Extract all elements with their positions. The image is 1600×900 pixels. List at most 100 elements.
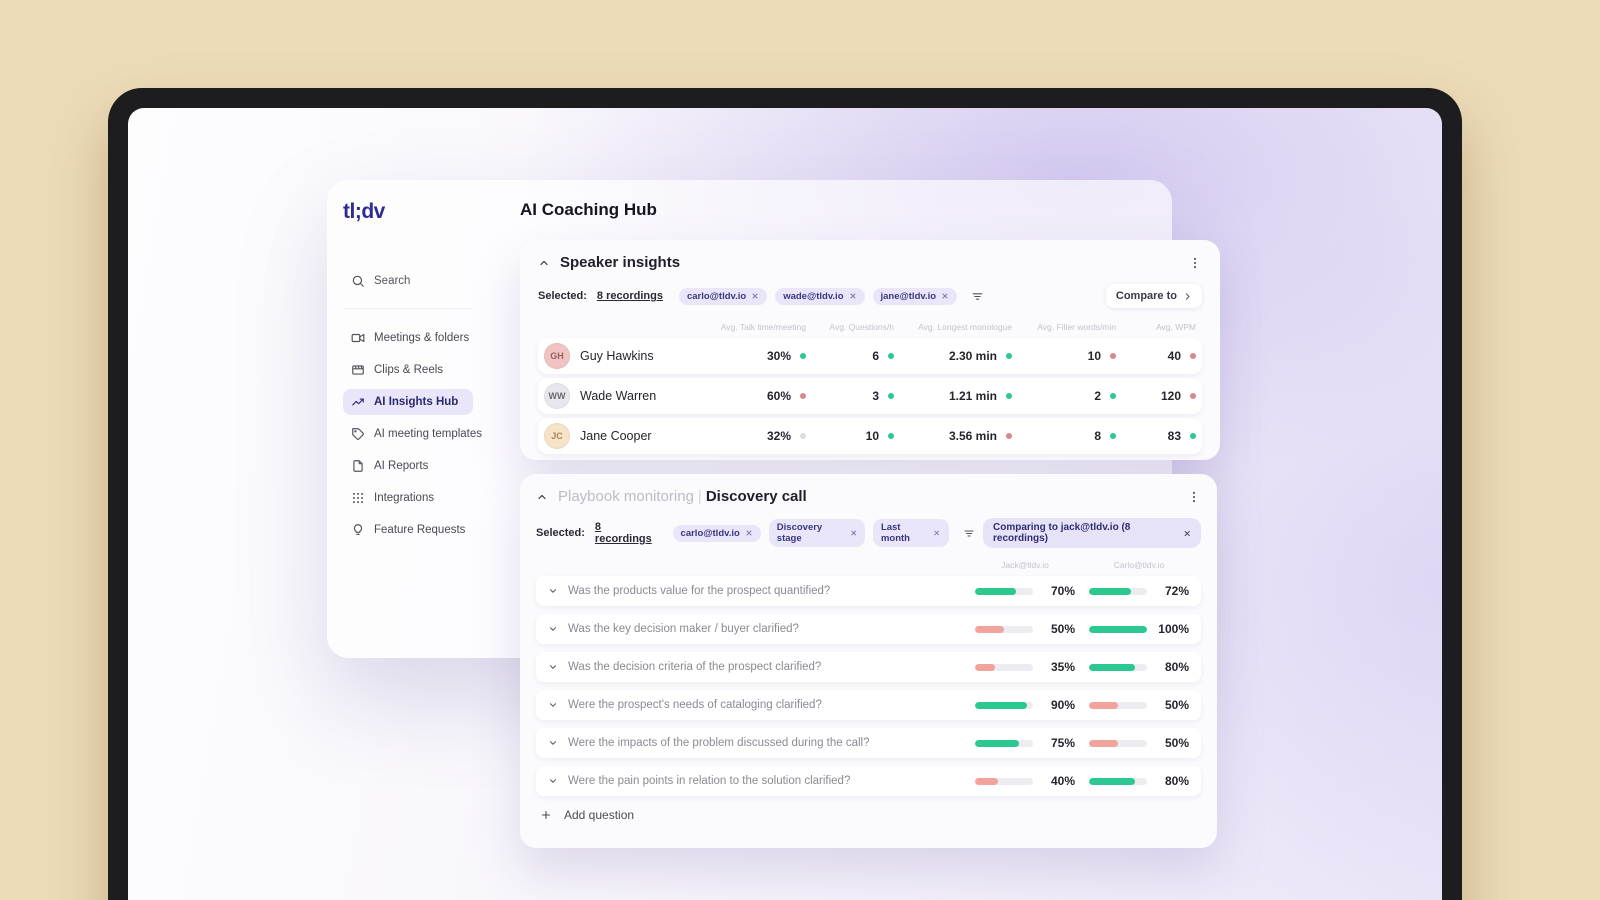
speaker-row[interactable]: GH Guy Hawkins 30% 6 2.30 min 10 40 <box>538 338 1202 374</box>
question-row[interactable]: Was the key decision maker / buyer clari… <box>536 614 1201 644</box>
remove-chip-icon[interactable] <box>745 529 753 537</box>
column-header: Avg. Longest monologue <box>918 322 1012 332</box>
progress-percent: 72% <box>1164 584 1189 598</box>
progress-percent: 50% <box>1164 698 1189 712</box>
progress-right: 80% <box>1089 660 1189 674</box>
collapse-chevron-up-icon[interactable] <box>538 257 550 269</box>
chevron-down-icon[interactable] <box>548 662 558 672</box>
sidebar-item-label: Meetings & folders <box>374 332 470 344</box>
avatar: JC <box>544 423 570 449</box>
sidebar-item-ai-reports[interactable]: AI Reports <box>343 453 473 479</box>
filter-lines-icon[interactable] <box>971 290 984 303</box>
sidebar-divider <box>345 308 471 309</box>
progress-right: 100% <box>1089 622 1189 636</box>
avatar: GH <box>544 343 570 369</box>
sidebar-item-integrations[interactable]: Integrations <box>343 485 473 511</box>
stat-value: 2 <box>1094 389 1101 403</box>
chevron-down-icon[interactable] <box>548 776 558 786</box>
speaker-insights-title: Speaker insights <box>560 254 681 271</box>
stat-value: 3.56 min <box>948 429 997 443</box>
remove-chip-icon[interactable] <box>941 292 949 300</box>
filter-chip[interactable]: carlo@tldv.io <box>672 524 761 542</box>
chevron-down-icon[interactable] <box>548 586 558 596</box>
chevron-down-icon[interactable] <box>548 624 558 634</box>
chip-label: carlo@tldv.io <box>686 290 747 302</box>
progress-right: 80% <box>1089 774 1189 788</box>
remove-chip-icon[interactable] <box>933 529 940 537</box>
remove-chip-icon[interactable] <box>850 529 857 537</box>
stat-value: 10 <box>1087 349 1101 363</box>
progress-left: 90% <box>975 698 1075 712</box>
question-text: Were the prospect's needs of cataloging … <box>568 699 822 711</box>
column-header: Avg. Talk time/meeting <box>720 322 806 332</box>
progress-fill <box>975 777 999 785</box>
chevron-down-icon[interactable] <box>548 738 558 748</box>
remove-chip-icon[interactable] <box>849 292 857 300</box>
column-label-left: Jack@tldv.io <box>1001 560 1049 570</box>
progress-left: 75% <box>975 736 1075 750</box>
progress-fill <box>975 587 1016 595</box>
filter-chip[interactable]: Discovery stage <box>768 519 865 547</box>
stat-value: 1.21 min <box>948 389 997 403</box>
progress-fill <box>975 739 1019 747</box>
progress-right: 50% <box>1089 698 1189 712</box>
stat-value: 83 <box>1167 429 1181 443</box>
speaker-row[interactable]: WW Wade Warren 60% 3 1.21 min 2 120 <box>538 378 1202 414</box>
collapse-chevron-up-icon[interactable] <box>536 491 548 503</box>
filter-lines-icon[interactable] <box>963 527 975 540</box>
sidebar-item-label: AI Insights Hub <box>374 396 459 408</box>
stat-value: 10 <box>865 429 879 443</box>
sidebar-item-label: Clips & Reels <box>374 364 444 376</box>
speaker-row[interactable]: JC Jane Cooper 32% 10 3.56 min 8 83 <box>538 418 1202 454</box>
progress-percent: 50% <box>1164 736 1189 750</box>
sidebar-item-feature-requests[interactable]: Feature Requests <box>343 517 473 543</box>
compare-to-button[interactable]: Compare to <box>1105 284 1202 308</box>
filter-chip[interactable]: Last month <box>872 519 949 547</box>
question-row[interactable]: Was the decision criteria of the prospec… <box>536 652 1201 682</box>
progress-fill <box>1089 777 1136 785</box>
stat-value: 6 <box>872 349 879 363</box>
speaker-name: Guy Hawkins <box>580 349 654 363</box>
kebab-menu-icon[interactable] <box>1188 256 1202 270</box>
filter-chip[interactable]: jane@tldv.io <box>872 287 958 305</box>
tag-icon <box>351 427 365 441</box>
progress-percent: 100% <box>1158 622 1189 636</box>
comparing-badge[interactable]: Comparing to jack@tldv.io (8 recordings) <box>983 518 1201 548</box>
sidebar-item-ai-meeting-templates[interactable]: AI meeting templates <box>343 421 482 447</box>
progress-percent: 75% <box>1050 736 1075 750</box>
status-dot <box>1190 353 1196 359</box>
stat-value: 30% <box>766 349 791 363</box>
sidebar-item-meetings-folders[interactable]: Meetings & folders <box>343 325 473 351</box>
stat-value: 2.30 min <box>948 349 997 363</box>
question-row[interactable]: Were the impacts of the problem discusse… <box>536 728 1201 758</box>
question-row[interactable]: Were the prospect's needs of cataloging … <box>536 690 1201 720</box>
filter-chip[interactable]: carlo@tldv.io <box>678 287 768 305</box>
kebab-menu-icon[interactable] <box>1187 490 1201 504</box>
remove-comparison-icon[interactable] <box>1183 529 1191 538</box>
progress-percent: 80% <box>1164 660 1189 674</box>
add-question-button[interactable]: Add question <box>540 808 1201 822</box>
page-title: AI Coaching Hub <box>520 200 657 219</box>
question-row[interactable]: Was the products value for the prospect … <box>536 576 1201 606</box>
stat-value: 32% <box>766 429 791 443</box>
search-button[interactable]: Search <box>343 268 473 294</box>
progress-right: 72% <box>1089 584 1189 598</box>
remove-chip-icon[interactable] <box>751 292 759 300</box>
search-label: Search <box>374 275 411 287</box>
selected-count-link[interactable]: 8 recordings <box>595 521 657 545</box>
chevron-down-icon[interactable] <box>548 700 558 710</box>
sidebar-item-label: Feature Requests <box>374 524 466 536</box>
trend-chart-icon <box>351 395 365 409</box>
progress-left: 70% <box>975 584 1075 598</box>
progress-left: 35% <box>975 660 1075 674</box>
question-row[interactable]: Were the pain points in relation to the … <box>536 766 1201 796</box>
progress-fill <box>1089 587 1131 595</box>
sidebar-item-ai-insights-hub[interactable]: AI Insights Hub <box>343 389 473 415</box>
title-separator: | <box>697 488 702 505</box>
sidebar-item-clips-reels[interactable]: Clips & Reels <box>343 357 473 383</box>
chip-label: carlo@tldv.io <box>680 527 740 539</box>
selected-count-link[interactable]: 8 recordings <box>597 290 663 302</box>
progress-percent: 50% <box>1050 622 1075 636</box>
filter-chip[interactable]: wade@tldv.io <box>775 287 865 305</box>
progress-fill <box>1089 625 1147 633</box>
